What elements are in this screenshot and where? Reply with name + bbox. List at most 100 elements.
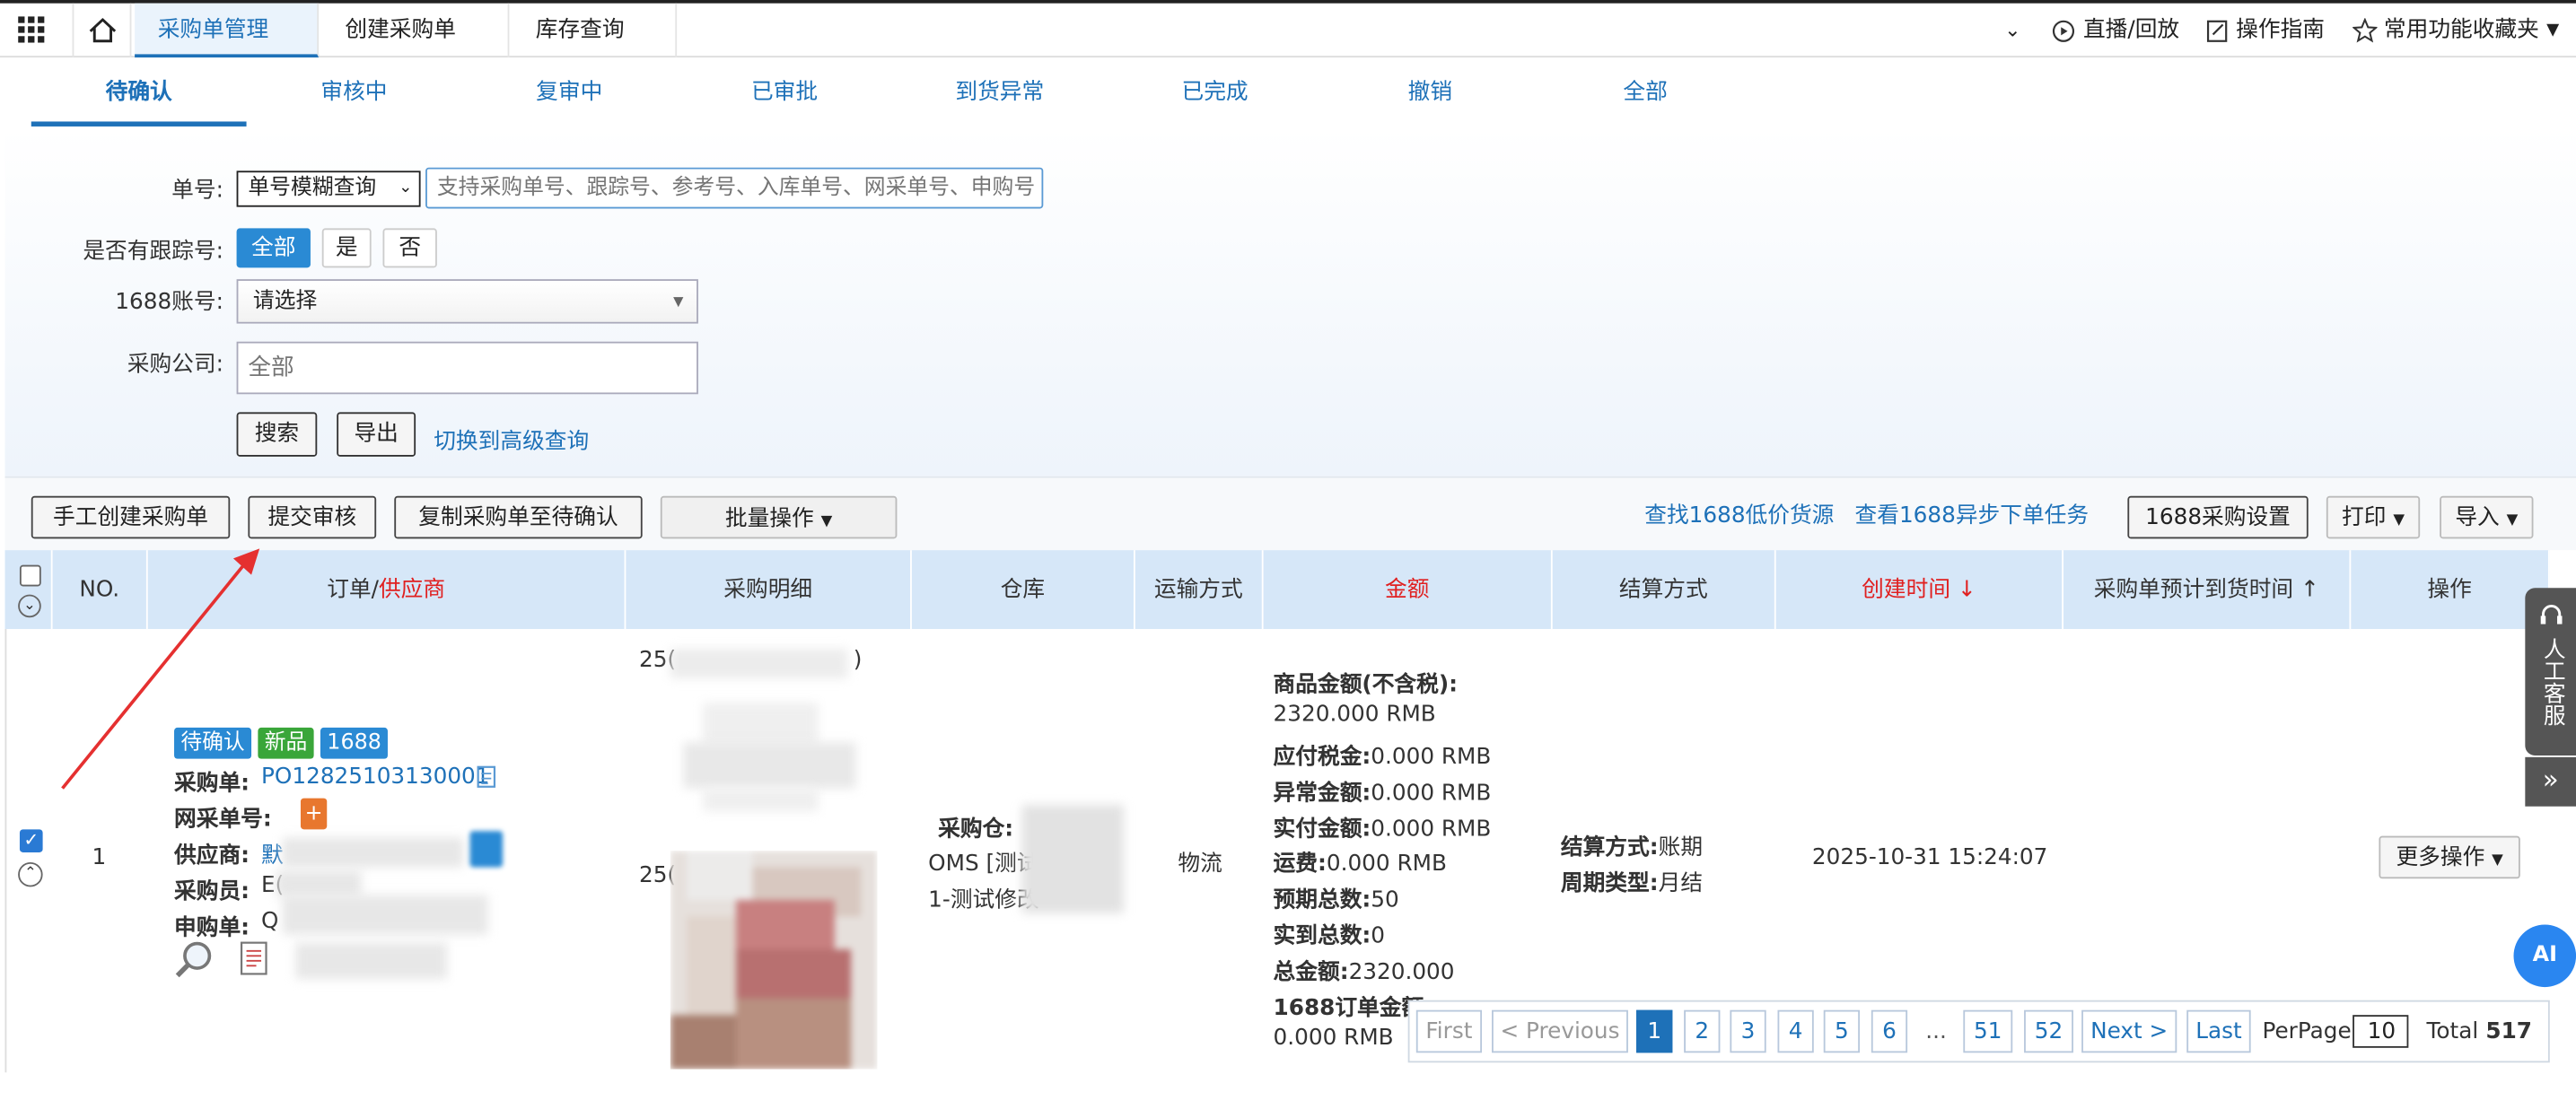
pagination-page-1[interactable]: 1 bbox=[1636, 1009, 1673, 1053]
received-qty-label: 实到总数: bbox=[1273, 922, 1371, 949]
pagination-page-51[interactable]: 51 bbox=[1963, 1009, 2013, 1053]
home-button[interactable] bbox=[72, 3, 132, 58]
status-tab-reviewing[interactable]: 审核中 bbox=[247, 61, 462, 127]
pagination-page-52[interactable]: 52 bbox=[2024, 1009, 2073, 1053]
tab-purchase-order-mgmt[interactable]: 采购单管理 bbox=[135, 3, 320, 58]
status-tab-arrival-exception[interactable]: 到货异常 bbox=[892, 61, 1108, 127]
settlement-row: 结算方式:账期 bbox=[1561, 828, 1703, 860]
export-button[interactable]: 导出 bbox=[337, 412, 416, 457]
tag-1688: 1688 bbox=[320, 727, 389, 759]
home-icon bbox=[89, 18, 117, 43]
more-operations-dropdown[interactable]: 更多操作 ▼ bbox=[2379, 835, 2520, 879]
tab-inventory-query[interactable]: 库存查询 bbox=[513, 3, 678, 58]
manual-create-button[interactable]: 手工创建采购单 bbox=[31, 495, 231, 539]
product-image-2 bbox=[670, 851, 878, 1070]
tab-create-purchase-order[interactable]: 创建采购单 bbox=[322, 3, 510, 58]
find-low-price-link[interactable]: 查找1688低价货源 bbox=[1644, 496, 1834, 528]
advanced-search-link[interactable]: 切换到高级查询 bbox=[434, 422, 589, 455]
print-label: 打印 bbox=[2342, 503, 2387, 531]
chevron-down-icon: ⌄ bbox=[399, 179, 413, 197]
company-input[interactable] bbox=[236, 341, 698, 395]
copy-to-pending-button[interactable]: 复制采购单至待确认 bbox=[394, 495, 643, 539]
status-tab-completed[interactable]: 已完成 bbox=[1108, 61, 1323, 127]
order-no-input[interactable] bbox=[425, 167, 1044, 209]
expected-qty-value: 50 bbox=[1371, 887, 1399, 913]
pagination-previous[interactable]: < Previous bbox=[1492, 1009, 1628, 1053]
pagination-page-4[interactable]: 4 bbox=[1777, 1009, 1814, 1053]
product-image-1 bbox=[683, 742, 856, 789]
search-icon[interactable] bbox=[174, 939, 215, 981]
warehouse-label: 采购仓: bbox=[938, 816, 1014, 843]
print-dropdown[interactable]: 打印 ▼ bbox=[2326, 495, 2421, 539]
per-page-input[interactable]: 10 bbox=[2353, 1015, 2409, 1048]
paid-amount-row: 实付金额:0.000 RMB bbox=[1274, 809, 1492, 843]
expand-all-icon[interactable]: ⌄ bbox=[18, 594, 41, 618]
chevron-down-icon[interactable]: ⌄ bbox=[2004, 4, 2020, 57]
table-header: ⌄ NO. 订单/供应商 采购明细 仓库 运输方式 金额 结算方式 创建时间 ↓… bbox=[4, 550, 2550, 630]
select-all-checkbox[interactable] bbox=[19, 564, 41, 587]
status-tab-all[interactable]: 全部 bbox=[1538, 61, 1753, 127]
add-net-order-icon[interactable]: + bbox=[300, 798, 328, 830]
paid-amount-value: 0.000 RMB bbox=[1371, 816, 1492, 843]
ai-assistant-button[interactable]: AI bbox=[2513, 924, 2576, 988]
requisition-label: 申购单: bbox=[174, 914, 250, 941]
header-eta[interactable]: 采购单预计到货时间 ↑ bbox=[2063, 550, 2352, 630]
requisition-value: Q bbox=[261, 908, 279, 935]
live-replay-link[interactable]: 直播/回放 bbox=[2083, 4, 2179, 57]
abnormal-amount-value: 0.000 RMB bbox=[1371, 780, 1492, 807]
header-amount: 金额 bbox=[1264, 550, 1553, 630]
total-amount-value: 2320.000 bbox=[1348, 958, 1455, 986]
pagination-last[interactable]: Last bbox=[2186, 1009, 2251, 1053]
apps-grid-icon[interactable] bbox=[18, 16, 45, 43]
pagination-page-6[interactable]: 6 bbox=[1871, 1009, 1908, 1053]
header-supplier: 供应商 bbox=[378, 576, 446, 603]
import-dropdown[interactable]: 导入 ▼ bbox=[2440, 495, 2534, 539]
view-async-tasks-link[interactable]: 查看1688异步下单任务 bbox=[1855, 496, 2090, 528]
po-number-link[interactable]: PO12825103130001 bbox=[261, 764, 489, 790]
note-icon[interactable] bbox=[238, 939, 274, 981]
period-label: 周期类型: bbox=[1560, 870, 1659, 897]
pagination-page-3[interactable]: 3 bbox=[1730, 1009, 1766, 1053]
caret-down-icon[interactable]: ▼ bbox=[2546, 4, 2559, 57]
tracking-no-button[interactable]: 否 bbox=[382, 228, 437, 268]
detail-1-suffix: ) bbox=[853, 647, 863, 674]
net-order-label: 网采单号: bbox=[174, 806, 272, 834]
period-value: 月结 bbox=[1658, 870, 1704, 897]
pagination-first[interactable]: First bbox=[1415, 1009, 1483, 1053]
settings-1688-button[interactable]: 1688采购设置 bbox=[2127, 495, 2309, 539]
annotation-arrow-icon bbox=[61, 548, 260, 790]
status-tab-pending[interactable]: 待确认 bbox=[31, 61, 247, 127]
collapse-row-icon[interactable]: ⌃ bbox=[18, 861, 43, 887]
customer-service-panel[interactable]: 人工客服 bbox=[2525, 588, 2576, 756]
status-tab-cancelled[interactable]: 撤销 bbox=[1322, 61, 1538, 127]
pagination-next[interactable]: Next > bbox=[2081, 1009, 2177, 1053]
row-checkbox[interactable]: ✓ bbox=[19, 829, 43, 852]
status-tab-approved[interactable]: 已审批 bbox=[677, 61, 892, 127]
expand-panel-icon[interactable]: » bbox=[2525, 756, 2576, 807]
caret-down-icon: ▼ bbox=[2492, 852, 2503, 869]
total-amount-row: 总金额:2320.000 bbox=[1274, 953, 1455, 986]
header-created-time[interactable]: 创建时间 ↓ bbox=[1776, 550, 2063, 630]
batch-operations-dropdown[interactable]: 批量操作 ▼ bbox=[660, 495, 898, 539]
pagination-page-2[interactable]: 2 bbox=[1684, 1009, 1721, 1053]
tracking-all-button[interactable]: 全部 bbox=[236, 228, 311, 268]
supplier-link[interactable]: 默 bbox=[261, 836, 284, 869]
header-order: 订单/ bbox=[327, 576, 379, 603]
status-tab-rereview[interactable]: 复审中 bbox=[461, 61, 677, 127]
account-1688-select[interactable]: 请选择 ▼ bbox=[236, 279, 698, 324]
order-no-select[interactable]: 单号模糊查询 ⌄ bbox=[236, 170, 421, 207]
account-1688-label: 1688账号: bbox=[115, 289, 223, 316]
favorites-menu[interactable]: 常用功能收藏夹 bbox=[2384, 4, 2539, 57]
pagination-page-5[interactable]: 5 bbox=[1823, 1009, 1861, 1053]
tax-row: 应付税金:0.000 RMB bbox=[1274, 738, 1492, 770]
search-button[interactable]: 搜索 bbox=[236, 412, 318, 457]
product-image-1 bbox=[703, 703, 819, 747]
select-all-cell: ⌄ bbox=[4, 550, 53, 630]
header-settlement: 结算方式 bbox=[1553, 550, 1776, 630]
copy-icon[interactable] bbox=[477, 765, 500, 790]
tracking-yes-button[interactable]: 是 bbox=[321, 228, 372, 268]
submit-review-button[interactable]: 提交审核 bbox=[248, 495, 377, 539]
supplier-info-icon[interactable] bbox=[469, 831, 504, 868]
operation-guide-link[interactable]: 操作指南 bbox=[2236, 4, 2325, 57]
caret-down-icon: ▼ bbox=[820, 513, 833, 531]
